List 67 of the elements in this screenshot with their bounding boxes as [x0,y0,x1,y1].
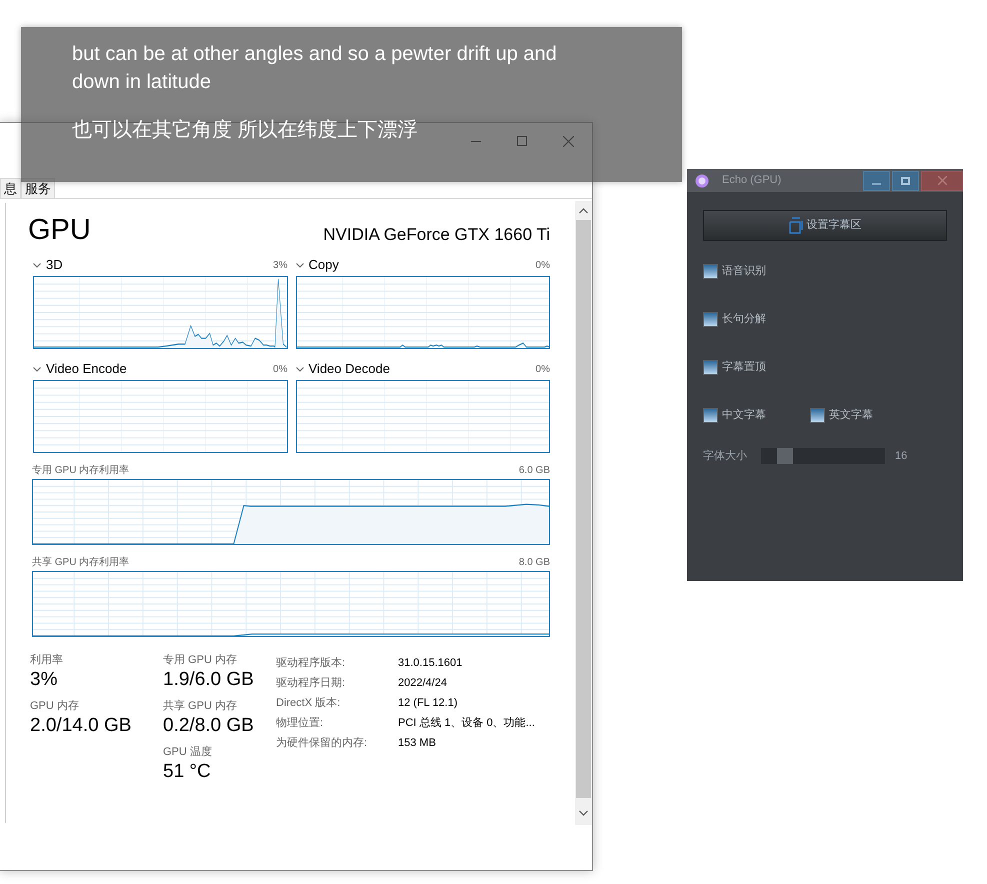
memory-graph-max: 8.0 GB [518,556,550,570]
detail-label: 驱动程序日期: [276,676,346,691]
detail-label: 物理位置: [276,716,324,731]
font-size-slider[interactable] [761,448,885,464]
engine-label: Video Decode [308,360,390,378]
scroll-up-icon[interactable] [579,208,588,214]
checkbox[interactable] [703,360,718,375]
engine-label: Copy [308,256,339,274]
checkbox[interactable] [703,264,718,279]
scrollbar[interactable] [575,201,592,825]
detail-value: PCI 总线 1、设备 0、功能... [398,716,535,731]
engine-label: Video Encode [46,360,127,378]
checkbox[interactable] [703,312,718,327]
stat-value: 2.0/14.0 GB [30,714,132,738]
detail-value: 12 (FL 12.1) [398,696,458,711]
close-icon [938,176,946,185]
detail-label: 为硬件保留的内存: [276,736,368,751]
checkbox[interactable] [810,408,825,423]
window-title: Echo (GPU) [722,173,782,188]
detail-value: 31.0.15.1601 [398,656,462,671]
engine-value: 0% [536,258,550,272]
stat-value: 1.9/6.0 GB [163,668,255,692]
stat-value: 0.2/8.0 GB [163,714,255,738]
app-logo-icon [695,174,709,188]
stat-value: 3% [30,668,58,692]
device-name: NVIDIA GeForce GTX 1660 Ti [323,224,550,246]
option-checkbox[interactable]: 中文字幕 [703,407,766,424]
maximize-button[interactable] [892,170,919,190]
stat-label: GPU 温度 [163,745,213,759]
stat-label: 利用率 [30,653,64,667]
option-checkbox[interactable]: 英文字幕 [810,407,873,424]
stat-label: 专用 GPU 内存 [163,653,238,667]
memory-graph-label: 共享 GPU 内存利用率 [32,556,130,570]
gpu-heading: GPU [28,213,91,247]
detail-value: 153 MB [398,736,436,751]
minimize-button[interactable] [863,170,890,190]
chevron-icon[interactable] [296,262,304,268]
memory-graph-label: 专用 GPU 内存利用率 [32,464,130,478]
stat-value: 51 °C [163,760,212,784]
font-size-value: 16 [895,448,908,464]
checkbox[interactable] [703,408,718,423]
set-subtitle-area-button[interactable]: 设置字幕区 [703,210,947,241]
option-checkbox[interactable]: 长句分解 [703,311,766,328]
chevron-icon[interactable] [33,262,41,268]
detail-label: 驱动程序版本: [276,656,346,671]
stat-label: GPU 内存 [30,699,80,713]
chevron-icon[interactable] [296,366,304,372]
tab[interactable]: 息 [0,178,21,198]
font-size-label: 字体大小 [703,448,748,464]
engine-value: 3% [273,258,288,272]
engine-value: 0% [536,362,550,376]
engine-label: 3D [46,256,63,274]
engine-value: 0% [273,362,288,376]
detail-value: 2022/4/24 [398,676,447,691]
scroll-down-icon[interactable] [579,810,588,816]
option-checkbox[interactable]: 语音识别 [703,263,766,280]
slider-thumb[interactable] [777,448,794,464]
chevron-icon[interactable] [33,366,41,372]
stat-label: 共享 GPU 内存 [163,699,238,713]
option-checkbox[interactable]: 字幕置顶 [703,359,766,376]
subtitle-english: but can be at other angles and so a pewter drift up and down in latitude [72,42,558,95]
detail-label: DirectX 版本: [276,696,342,711]
minimize-icon [872,182,881,184]
maximize-icon [901,176,910,184]
frame-icon [788,217,804,234]
subtitle-chinese: 也可以在其它角度 所以在纬度上下漂浮 [72,118,419,143]
memory-graph-max: 6.0 GB [518,464,550,478]
